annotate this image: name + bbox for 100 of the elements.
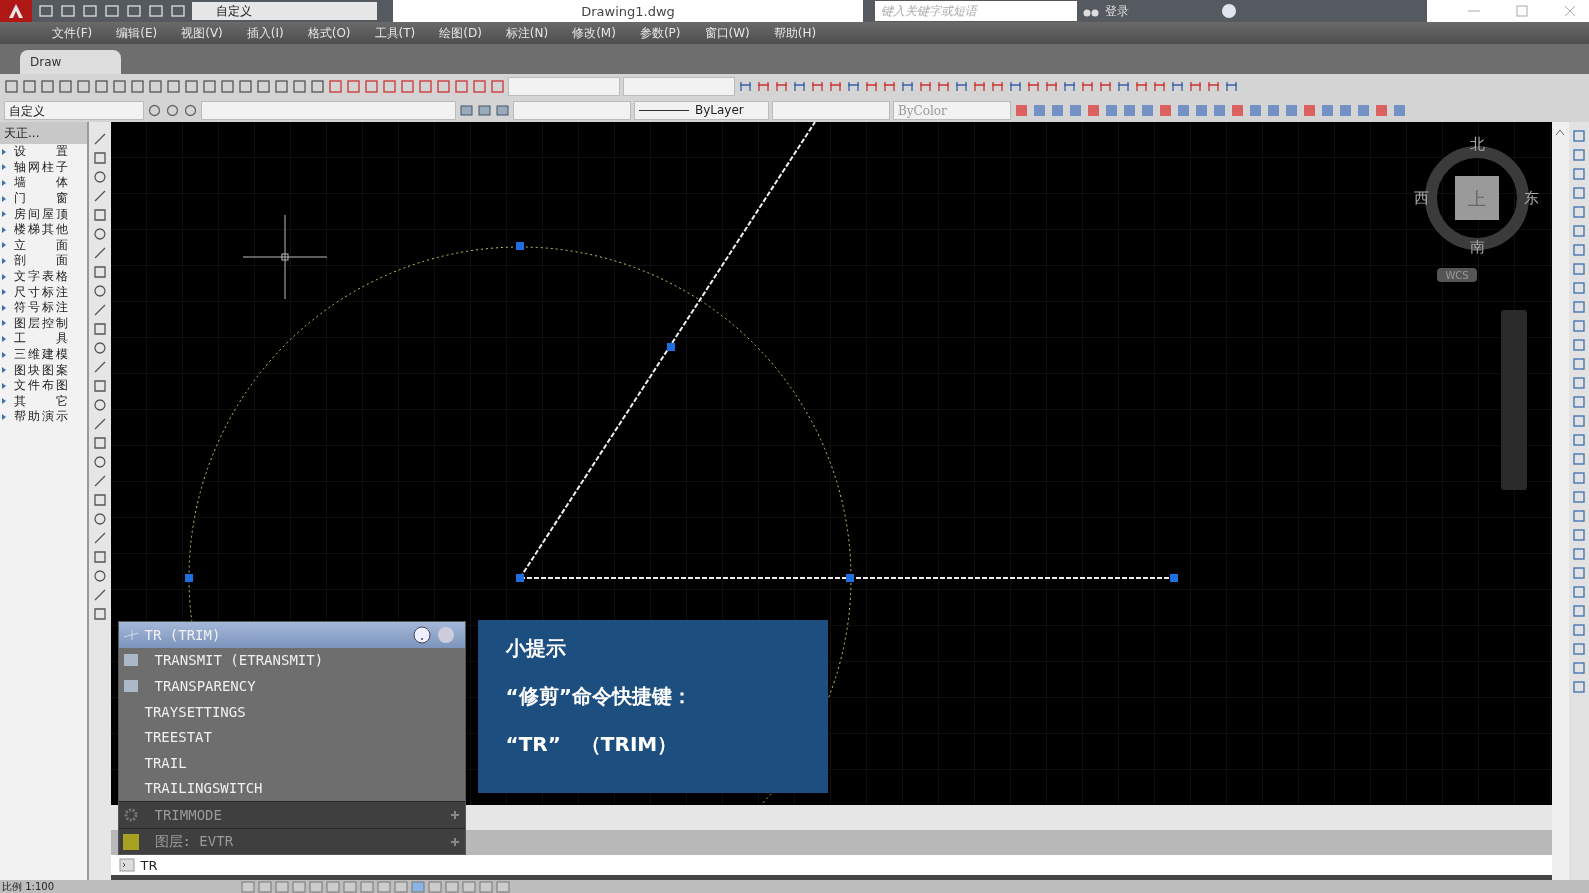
modify-tool-icon[interactable] (1573, 643, 1586, 655)
modify-tool-icon[interactable] (1573, 624, 1586, 636)
draw-tool-icon[interactable] (92, 607, 107, 621)
tool-icon[interactable] (220, 78, 235, 94)
quick-access-icon[interactable] (60, 4, 76, 18)
tool-icon[interactable] (418, 78, 433, 94)
tool-icon[interactable] (40, 78, 55, 94)
grip-marker[interactable] (515, 242, 524, 250)
tool-icon[interactable] (256, 78, 271, 94)
tool-icon[interactable] (490, 78, 505, 94)
modify-tool-icon[interactable] (1573, 377, 1586, 389)
autocomplete-item[interactable]: TREESTAT (118, 724, 465, 750)
modify-tool-icon[interactable] (1573, 491, 1586, 503)
tool-icon[interactable] (1248, 102, 1263, 118)
quick-access-icon[interactable] (148, 4, 164, 18)
grip-marker[interactable] (184, 574, 193, 582)
grip-marker[interactable] (666, 343, 675, 351)
tool-icon[interactable] (1050, 102, 1065, 118)
panel-menu-item[interactable]: 楼梯其他 (0, 221, 87, 238)
compass-label[interactable]: 东 (1523, 189, 1538, 207)
draw-tool-icon[interactable] (92, 531, 107, 545)
status-toggle-icon[interactable] (411, 880, 425, 893)
status-toggle-icon[interactable] (258, 880, 272, 893)
draw-tool-icon[interactable] (92, 151, 107, 165)
modify-tool-icon[interactable] (1573, 168, 1586, 180)
modify-tool-icon[interactable] (1573, 415, 1586, 427)
draw-tool-icon[interactable] (92, 360, 107, 374)
modify-tool-icon[interactable] (1573, 282, 1586, 294)
tool-icon[interactable] (1176, 102, 1191, 118)
modify-tool-icon[interactable] (1573, 434, 1586, 446)
modify-tool-icon[interactable] (1573, 605, 1586, 617)
draw-tool-icon[interactable] (92, 227, 107, 241)
menu-item[interactable]: 绘图(D) (427, 24, 494, 42)
layer-dropdown[interactable] (201, 100, 456, 120)
autocomplete-item[interactable]: TRAILINGSWITCH (118, 775, 465, 802)
tool-icon[interactable] (76, 78, 91, 94)
status-toggle-icon[interactable] (377, 880, 391, 893)
modify-tool-icon[interactable] (1573, 548, 1586, 560)
menu-item[interactable]: 编辑(E) (104, 24, 170, 42)
tool-icon[interactable] (4, 78, 19, 94)
status-toggle-icon[interactable] (445, 880, 459, 893)
quick-access-icon[interactable] (104, 4, 120, 18)
grip-marker[interactable] (1169, 574, 1178, 582)
modify-tool-icon[interactable] (1573, 225, 1586, 237)
tool-icon[interactable] (1392, 102, 1407, 118)
tool-icon[interactable] (477, 102, 492, 118)
tool-icon[interactable] (454, 78, 469, 94)
status-toggle-icon[interactable] (292, 880, 306, 893)
modify-tool-icon[interactable] (1573, 187, 1586, 199)
menu-item[interactable]: 标注(N) (493, 24, 561, 42)
tool-icon[interactable] (382, 78, 397, 94)
draw-tool-icon[interactable] (92, 569, 107, 583)
menu-item[interactable]: 窗口(W) (692, 24, 762, 42)
tool-icon[interactable] (1122, 102, 1137, 118)
draw-tool-icon[interactable] (92, 303, 107, 317)
autocomplete-item[interactable]: TRAYSETTINGS (118, 698, 465, 725)
modify-tool-icon[interactable] (1573, 244, 1586, 256)
draw-tool-icon[interactable] (92, 398, 107, 412)
tool-icon[interactable] (147, 102, 162, 118)
menu-item[interactable]: 修改(M) (560, 24, 628, 42)
tool-icon[interactable] (166, 78, 181, 94)
compass-label[interactable]: 西 (1413, 189, 1428, 207)
quick-access-icon[interactable] (170, 4, 186, 18)
tool-icon[interactable] (148, 78, 163, 94)
scale-status[interactable]: 比例 1:100 (0, 880, 238, 893)
panel-menu-item[interactable]: 符号标注 (0, 299, 87, 316)
draw-tool-icon[interactable] (92, 550, 107, 564)
ucs-menu-background[interactable] (1436, 268, 1477, 282)
modify-tool-icon[interactable] (1573, 529, 1586, 541)
draw-tool-icon[interactable] (92, 493, 107, 507)
command-line-field[interactable]: TR (110, 855, 1552, 875)
panel-menu-item[interactable]: 文件布图 (0, 377, 87, 394)
tool-icon[interactable] (94, 78, 109, 94)
modify-tool-icon[interactable] (1573, 681, 1586, 693)
tool-icon[interactable] (1032, 102, 1047, 118)
close-icon[interactable] (1563, 4, 1577, 18)
status-toggle-icon[interactable] (428, 880, 442, 893)
tool-icon[interactable] (238, 78, 253, 94)
tool-icon[interactable] (1356, 102, 1371, 118)
draw-tool-icon[interactable] (92, 322, 107, 336)
modify-tool-icon[interactable] (1573, 510, 1586, 522)
tool-icon[interactable] (1230, 102, 1245, 118)
status-toggle-icon[interactable] (496, 880, 510, 893)
status-toggle-icon[interactable] (309, 880, 323, 893)
tool-icon[interactable] (130, 78, 145, 94)
panel-menu-item[interactable]: 设 置 (0, 144, 87, 160)
tool-icon[interactable] (184, 78, 199, 94)
panel-menu-item[interactable]: 墙 体 (0, 175, 87, 191)
modify-tool-icon[interactable] (1573, 301, 1586, 313)
workspace-preset-dropdown[interactable]: 自定义 (4, 100, 144, 120)
tool-icon[interactable] (1338, 102, 1353, 118)
tool-icon[interactable] (328, 78, 343, 94)
tool-icon[interactable] (346, 78, 361, 94)
panel-menu-item[interactable]: 门 窗 (0, 190, 87, 207)
draw-tool-icon[interactable] (92, 417, 107, 431)
draw-tool-icon[interactable] (92, 170, 107, 184)
status-toggle-icon[interactable] (462, 880, 476, 893)
tool-icon[interactable] (1014, 102, 1029, 118)
modify-tool-icon[interactable] (1573, 206, 1586, 218)
autocomplete-item[interactable]: TRIMMODE (118, 801, 465, 828)
